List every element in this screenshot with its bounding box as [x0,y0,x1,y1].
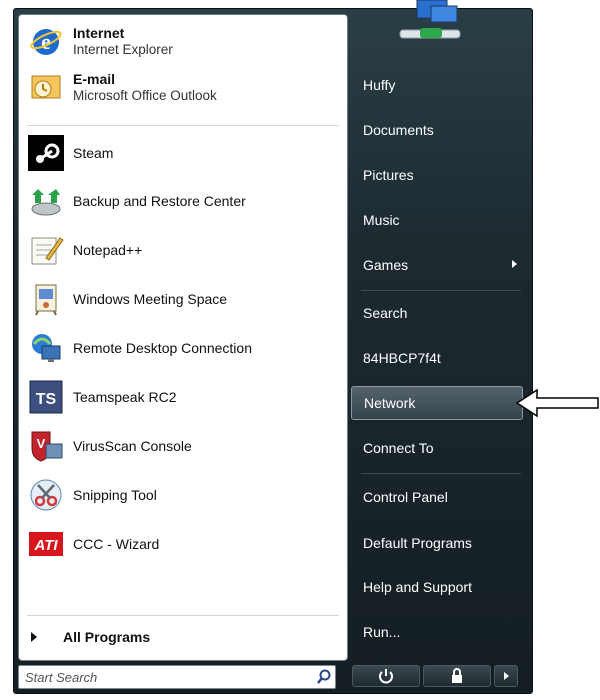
right-item-network[interactable]: Network [351,386,523,420]
right-item-label: Network [364,395,416,411]
right-column: Huffy Documents Pictures Music Games Sea… [351,0,533,700]
right-item-search[interactable]: Search [363,298,523,328]
recent-item-remote-desktop[interactable]: Remote Desktop Connection [23,326,343,370]
right-item-default-programs[interactable]: Default Programs [363,528,523,558]
shutdown-options-button[interactable] [494,665,518,687]
power-button[interactable] [352,665,420,687]
pinned-subtitle: Microsoft Office Outlook [73,87,217,103]
recent-item-notepad[interactable]: Notepad++ [23,228,343,272]
meeting-space-icon [27,280,65,318]
chevron-right-icon [512,260,517,268]
recent-item-label: VirusScan Console [73,438,192,454]
recent-item-label: Teamspeak RC2 [73,389,177,405]
recent-item-snipping-tool[interactable]: Snipping Tool [23,473,343,517]
divider [361,473,521,474]
right-item-music[interactable]: Music [363,205,523,235]
notepad-icon [27,231,65,269]
right-item-label: Connect To [363,440,434,456]
lock-icon [452,668,462,683]
all-programs-label: All Programs [63,629,151,645]
recent-item-virusscan[interactable]: V VirusScan Console [23,424,343,468]
recent-item-label: Windows Meeting Space [73,291,228,307]
right-item-label: Help and Support [363,579,472,595]
snipping-tool-icon [27,476,65,514]
recent-item-ccc-wizard[interactable]: ATI CCC - Wizard [23,522,343,566]
search-placeholder: Start Search [25,669,98,685]
divider [27,125,339,126]
right-item-label: Default Programs [363,535,472,551]
divider [361,290,521,291]
chevron-right-icon [504,672,509,680]
right-item-label: Documents [363,122,434,138]
svg-text:V: V [37,436,46,451]
programs-pane: e Internet Internet Explorer E-mail Micr… [18,14,348,661]
recent-item-label: Remote Desktop Connection [73,340,252,356]
recent-item-steam[interactable]: Steam [23,131,343,175]
right-item-label: Run... [363,624,401,640]
recent-item-label: Notepad++ [73,242,143,258]
right-item-documents[interactable]: Documents [363,115,523,145]
right-item-label: Search [363,305,408,321]
backup-restore-icon [27,182,65,220]
pinned-title: Internet [73,24,125,41]
power-buttons [352,665,518,689]
right-item-computer[interactable]: 84HBCP7f4t [363,343,523,373]
right-item-pictures[interactable]: Pictures [363,160,523,190]
right-item-label: Huffy [363,77,396,93]
annotation-arrow-icon [515,388,599,418]
internet-explorer-icon: e [27,22,65,60]
right-item-run[interactable]: Run... [363,617,523,647]
ati-icon: ATI [27,525,65,563]
recent-item-label: Backup and Restore Center [73,193,246,209]
right-item-games[interactable]: Games [363,250,523,280]
recent-item-label: Steam [73,145,114,161]
recent-item-label: Snipping Tool [73,487,157,503]
power-icon [379,669,393,684]
remote-desktop-icon [27,329,65,367]
pinned-subtitle: Internet Explorer [73,41,173,57]
recent-item-meeting-space[interactable]: Windows Meeting Space [23,277,343,321]
right-item-help-support[interactable]: Help and Support [363,572,523,602]
right-item-label: 84HBCP7f4t [363,350,441,366]
arrow-right-icon [31,632,37,642]
svg-text:TS: TS [36,391,57,408]
right-item-user-folder[interactable]: Huffy [363,70,523,100]
svg-text:ATI: ATI [33,537,58,554]
virusscan-icon: V [27,427,65,465]
right-item-label: Control Panel [363,489,448,505]
all-programs-button[interactable]: All Programs [19,620,347,654]
start-search-box[interactable]: Start Search [18,665,336,689]
recent-item-teamspeak[interactable]: TS Teamspeak RC2 [23,375,343,419]
pinned-item-email[interactable]: E-mail Microsoft Office Outlook [23,65,343,109]
search-icon[interactable] [313,666,335,688]
lock-button[interactable] [423,665,491,687]
teamspeak-icon: TS [27,378,65,416]
right-item-label: Games [363,257,409,273]
right-item-control-panel[interactable]: Control Panel [363,482,523,512]
outlook-icon [27,68,65,106]
steam-icon [27,134,65,172]
divider [27,615,339,616]
recent-item-backup[interactable]: Backup and Restore Center [23,179,343,223]
right-item-label: Pictures [363,167,414,183]
pinned-title: E-mail [73,70,116,87]
recent-item-label: CCC - Wizard [73,536,160,552]
pinned-item-internet[interactable]: e Internet Internet Explorer [23,19,343,63]
right-item-label: Music [363,212,400,228]
right-item-connect-to[interactable]: Connect To [363,433,523,463]
